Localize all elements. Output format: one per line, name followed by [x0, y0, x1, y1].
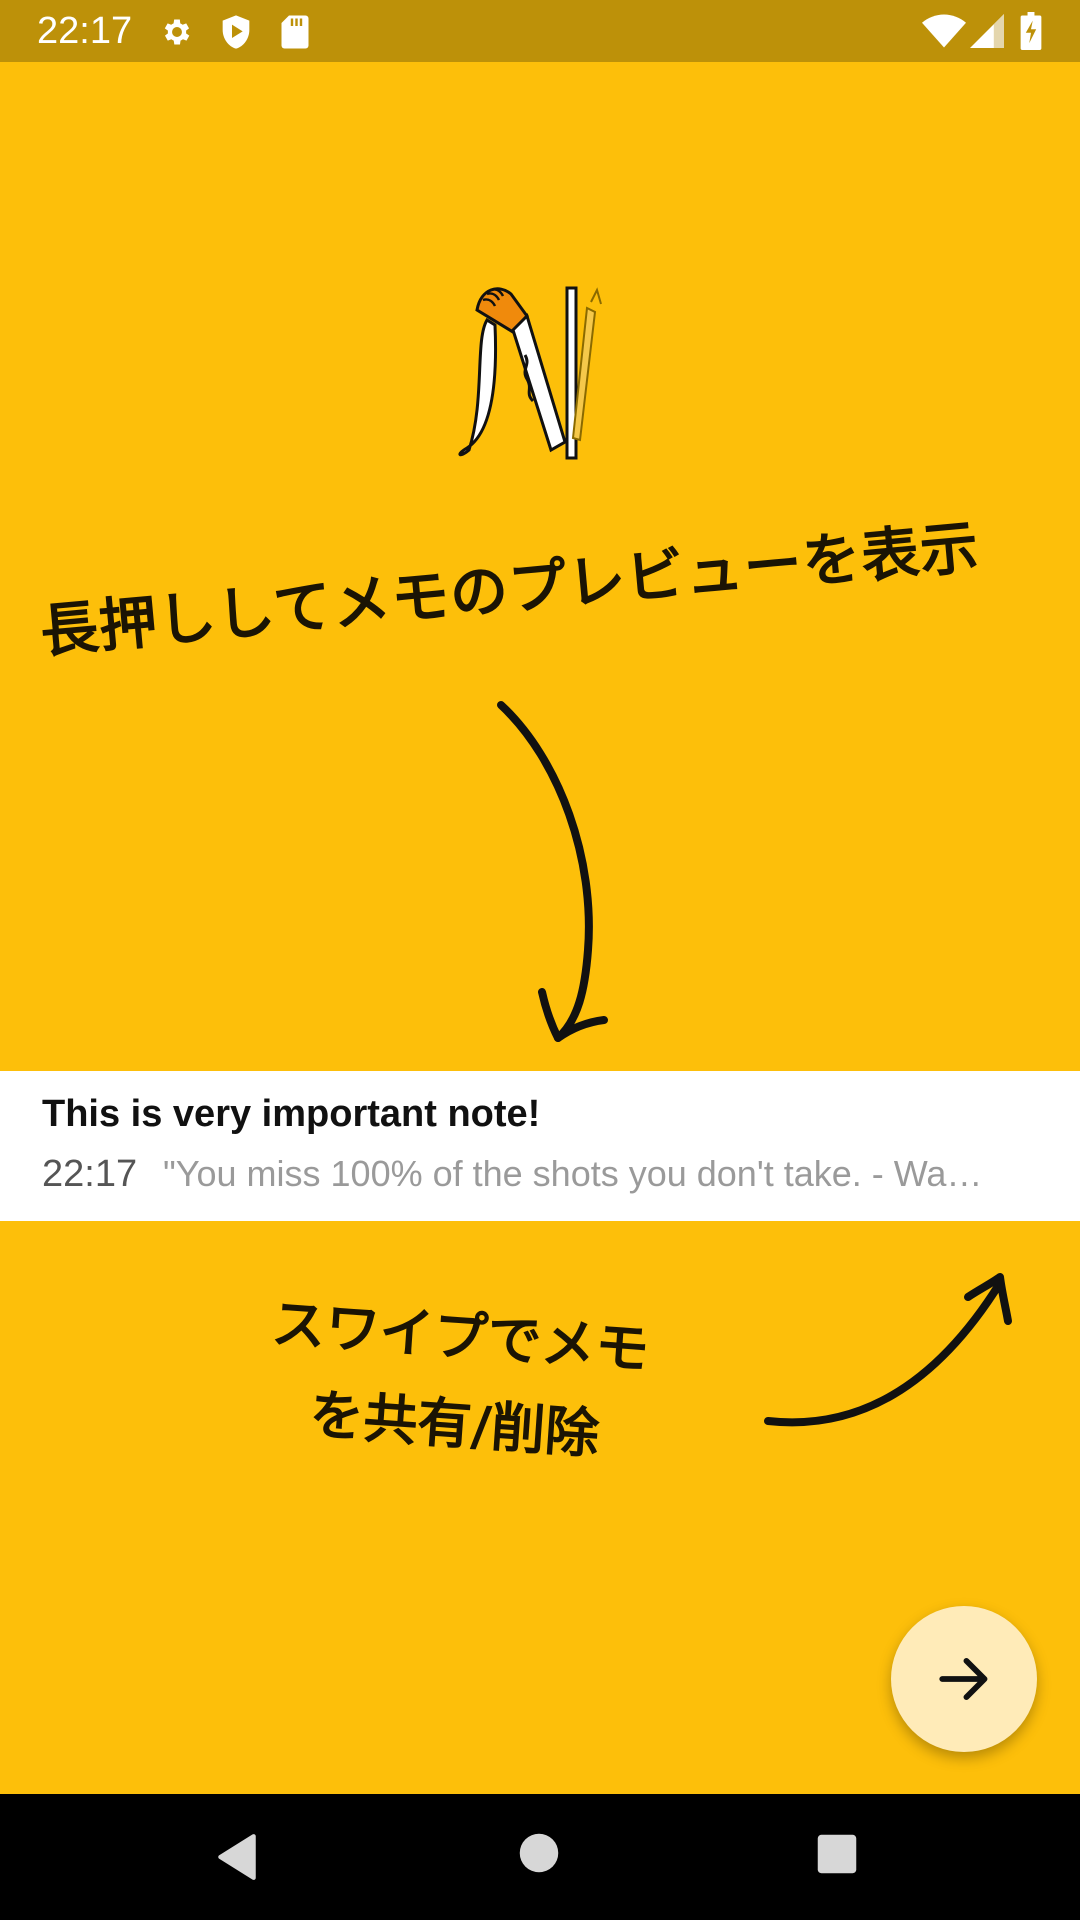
navigation-bar — [0, 1794, 1080, 1920]
back-icon[interactable] — [212, 1831, 262, 1883]
arrow-right-icon — [939, 1657, 988, 1701]
note-list-item[interactable]: This is very important note! 22:17 "You … — [0, 1071, 1080, 1221]
note-time: 22:17 — [42, 1153, 138, 1195]
cell-signal-icon — [970, 14, 1004, 48]
note-title: This is very important note! — [42, 1093, 541, 1135]
sd-card-icon — [281, 15, 309, 49]
app-logo — [458, 286, 602, 460]
battery-charging-icon — [1020, 12, 1042, 50]
shield-icon — [222, 15, 250, 49]
home-icon[interactable] — [518, 1832, 560, 1874]
next-button[interactable] — [891, 1606, 1037, 1752]
long-press-caption: 長押ししてメモのプレビューを表示 — [37, 512, 982, 666]
swipe-caption: スワイプでメモ を共有/削除 — [263, 1280, 652, 1482]
recents-icon[interactable] — [815, 1832, 859, 1876]
note-preview: "You miss 100% of the shots you don't ta… — [163, 1153, 983, 1194]
arrow-swipe-icon — [764, 1273, 1012, 1427]
gear-icon — [164, 19, 190, 45]
arrow-down-icon — [497, 701, 608, 1042]
status-time: 22:17 — [37, 10, 133, 52]
wifi-icon — [922, 14, 966, 48]
status-bar: 22:17 — [0, 0, 1080, 62]
